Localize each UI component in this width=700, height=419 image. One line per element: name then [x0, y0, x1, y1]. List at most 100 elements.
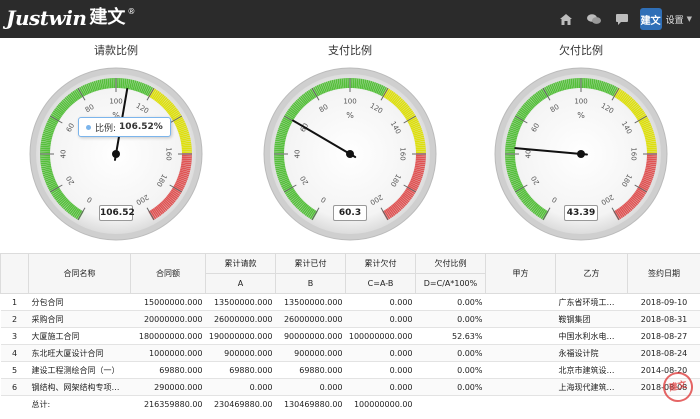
cell-ratio: 0.00%: [415, 310, 486, 328]
row-index: 4: [0, 344, 29, 362]
cell-party-b: 永福设计院: [555, 344, 628, 362]
gauge-band-tick: [583, 78, 586, 89]
user-avatar[interactable]: 建文: [639, 8, 662, 30]
gauge-value-label: 106.52: [99, 205, 135, 221]
gauge-band-tick: [274, 158, 285, 161]
row-index: [1, 396, 29, 413]
tooltip-value: 106.52%: [119, 122, 163, 132]
cell-amount: 180000000.000: [130, 327, 206, 345]
cell-contract-name[interactable]: 采购合同: [28, 310, 131, 328]
gauge-title: 支付比例: [328, 44, 372, 57]
registered-mark: ®: [127, 7, 136, 16]
message-icon[interactable]: [612, 9, 632, 29]
gauge-band-tick: [341, 78, 344, 89]
gauge-band-tick: [107, 78, 110, 89]
gauge-band-tick: [505, 145, 516, 148]
gauge-band-tick: [274, 156, 285, 159]
cell-party-a: [485, 344, 556, 362]
cell-date: 2018-08-27: [627, 327, 700, 345]
gauge-band-tick: [415, 147, 426, 150]
table-row[interactable]: 6 钢结构、网架结构专项… 290000.000 0.000 0.000 0.0…: [0, 378, 700, 396]
top-bar: Justwin 建文 ® 建文 设置 ▼: [0, 0, 700, 38]
cell-request: 69880.000: [205, 361, 276, 379]
gauge-band-tick: [181, 145, 192, 148]
cell-contract-name[interactable]: 大厦施工合同: [28, 327, 131, 345]
home-icon[interactable]: [556, 9, 576, 29]
row-index: 6: [0, 378, 29, 396]
table-row[interactable]: 4 东北旺大厦设计合同 1000000.000 900000.000 90000…: [0, 344, 700, 362]
cell-party-a: [485, 327, 556, 345]
table-row[interactable]: 2 采购合同 20000000.000 26000000.000 2600000…: [0, 310, 700, 328]
gauge-needle-hub: [112, 150, 120, 158]
gauge-tick-label: 40: [525, 150, 533, 159]
gauge-value-label: 43.39: [564, 205, 598, 221]
gauge-band-tick: [587, 78, 590, 89]
cell-request: 0.000: [205, 378, 276, 396]
gauge-band-tick: [109, 78, 112, 89]
gauge-band-tick: [181, 147, 192, 150]
gauge-tick-label: 160: [630, 147, 638, 160]
cell-party-b: 鞍钢集团: [555, 310, 628, 328]
cell-contract-name[interactable]: 分包合同: [28, 293, 131, 311]
gauge-band-tick: [181, 160, 192, 163]
gauge-band-tick: [505, 158, 516, 161]
cell-date: 2018-09-10: [627, 293, 700, 311]
table-total-row: 总计: 216359880.00 230469880.00 130469880.…: [1, 396, 700, 413]
cell-owed: 0.000: [345, 361, 416, 379]
gauge-band-tick: [40, 160, 51, 163]
col-header-party-a[interactable]: 甲方: [485, 253, 556, 294]
gauge-band-tick: [352, 78, 355, 89]
header-actions: 建文 设置 ▼: [556, 0, 700, 38]
cell-party-b: 北京市建筑设…: [555, 361, 628, 379]
col-header-sign-date[interactable]: 签约日期: [627, 253, 700, 294]
gauge-band-tick: [415, 149, 426, 152]
gauge-tooltip: 比例: 106.52%: [78, 117, 171, 137]
gauge-band-tick: [356, 78, 359, 89]
col-header-contract-amount[interactable]: 合同额: [130, 253, 206, 294]
gauge-unit-label: %: [346, 111, 354, 120]
total-ratio: [416, 396, 486, 413]
gauge-band-tick: [122, 78, 125, 89]
cell-request: 190000000.000: [205, 327, 276, 345]
gauge-band-tick: [181, 149, 192, 152]
cell-amount: 15000000.000: [130, 293, 206, 311]
gauge-band-tick: [118, 78, 121, 89]
gauge-band-tick: [505, 147, 516, 150]
col-header-owed-ratio[interactable]: 欠付比例: [415, 253, 486, 274]
gauge-band-tick: [274, 145, 285, 148]
col-header-cum-request[interactable]: 累计请款: [205, 253, 276, 274]
gauge-unit-label: %: [577, 111, 585, 120]
cell-date: 2018-08-24: [627, 344, 700, 362]
contract-table-container[interactable]: 合同名称 合同额 累计请款 累计已付 累计欠付 欠付比例 甲方 乙方 签约日期 …: [0, 253, 700, 419]
gauge-band-tick: [40, 147, 51, 150]
cell-contract-name[interactable]: 建设工程测绘合同（一）: [28, 361, 131, 379]
series-dot-icon: [86, 124, 91, 130]
gauge-paid-ratio: 支付比例 020406080100120140160180200% 60.3: [260, 42, 440, 242]
cell-contract-name[interactable]: 钢结构、网架结构专项…: [28, 378, 131, 396]
col-header-contract-name[interactable]: 合同名称: [28, 253, 131, 294]
table-row[interactable]: 1 分包合同 15000000.000 13500000.000 1350000…: [0, 293, 700, 311]
gauge-band-tick: [505, 149, 516, 152]
row-index: 1: [0, 293, 29, 311]
gauge-tick-label: 40: [60, 150, 68, 159]
cell-request: 26000000.000: [205, 310, 276, 328]
gauge-owed-ratio: 欠付比例 0 20 40 60 80 100 120 140 160 180 200% 43.39: [491, 42, 671, 242]
col-header-cum-owed[interactable]: 累计欠付: [345, 253, 416, 274]
col-header-party-b[interactable]: 乙方: [555, 253, 628, 294]
col-header-cum-paid[interactable]: 累计已付: [275, 253, 346, 274]
cell-contract-name[interactable]: 东北旺大厦设计合同: [28, 344, 131, 362]
gauge-band-tick: [415, 156, 426, 159]
logo-text-cn: 建文: [89, 7, 126, 28]
chat-icon[interactable]: [584, 9, 604, 29]
cell-owed: 0.000: [345, 293, 416, 311]
cell-ratio: 0.00%: [415, 361, 486, 379]
cell-ratio: 0.00%: [415, 344, 486, 362]
settings-menu[interactable]: 设置 ▼: [666, 13, 692, 26]
logo[interactable]: Justwin 建文 ®: [6, 7, 135, 29]
gauge-band-tick: [574, 78, 577, 89]
gauge-band-tick: [415, 158, 426, 161]
logo-text-en: Justwin: [6, 6, 87, 30]
table-row[interactable]: 5 建设工程测绘合同（一） 69880.000 69880.000 69880.…: [0, 361, 700, 379]
table-row[interactable]: 3 大厦施工合同 180000000.000 190000000.000 900…: [0, 327, 700, 345]
gauge-tick-label: 160: [165, 147, 173, 160]
